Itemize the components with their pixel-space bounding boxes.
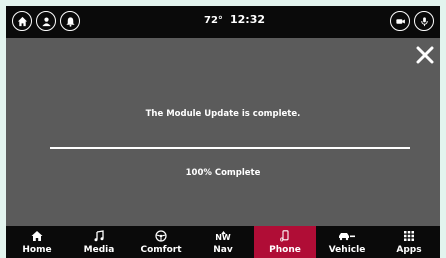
bottom-nav-bar: Home Media Comfort NW Nav 0 Phone Vehicl…: [6, 226, 440, 258]
notifications-button[interactable]: [60, 11, 80, 31]
home-icon: [31, 231, 43, 241]
nav-label: Comfort: [140, 245, 182, 255]
nav-label: Media: [83, 245, 115, 255]
bell-icon: [65, 16, 75, 27]
home-shortcut-button[interactable]: [12, 11, 32, 31]
nav-label: Phone: [269, 245, 301, 255]
microphone-icon: [420, 16, 428, 26]
nav-nav[interactable]: NW Nav: [192, 226, 254, 258]
nav-apps[interactable]: Apps: [378, 226, 440, 258]
home-icon: [17, 16, 27, 26]
uconnect-screen: 72° 12:32 The Module Update is complete.…: [6, 6, 440, 258]
progress-bar: [50, 147, 410, 149]
voice-button[interactable]: [414, 11, 434, 31]
nav-label: Home: [22, 245, 52, 255]
nav-comfort[interactable]: Comfort: [130, 226, 192, 258]
compass-icon: NW: [215, 229, 231, 243]
progress-fill: [50, 147, 410, 149]
camera-icon: [395, 18, 405, 24]
camera-button[interactable]: [390, 11, 410, 31]
clock: 12:32: [230, 13, 266, 26]
close-icon[interactable]: [416, 46, 434, 64]
nav-label: Apps: [396, 245, 422, 255]
nav-label: Nav: [213, 245, 233, 255]
status-bar: 72° 12:32: [6, 6, 440, 38]
progress-label: 100% Complete: [185, 168, 261, 178]
outside-temperature: 72°: [204, 15, 223, 26]
compass-heading: NW: [215, 232, 231, 242]
steering-wheel-icon: [155, 230, 167, 242]
driver-profile-button[interactable]: [36, 11, 56, 31]
person-icon: [41, 17, 51, 26]
nav-phone[interactable]: 0 Phone: [254, 226, 316, 258]
nav-label: Vehicle: [328, 245, 366, 255]
phone-icon: 0: [280, 230, 289, 243]
nav-media[interactable]: Media: [68, 226, 130, 258]
music-note-icon: [94, 230, 104, 242]
svg-text:0: 0: [280, 238, 284, 243]
nav-home[interactable]: Home: [6, 226, 68, 258]
car-icon: [339, 233, 355, 241]
nav-vehicle[interactable]: Vehicle: [316, 226, 378, 258]
grid-icon: [404, 231, 414, 241]
update-status-message: The Module Update is complete.: [145, 109, 301, 119]
